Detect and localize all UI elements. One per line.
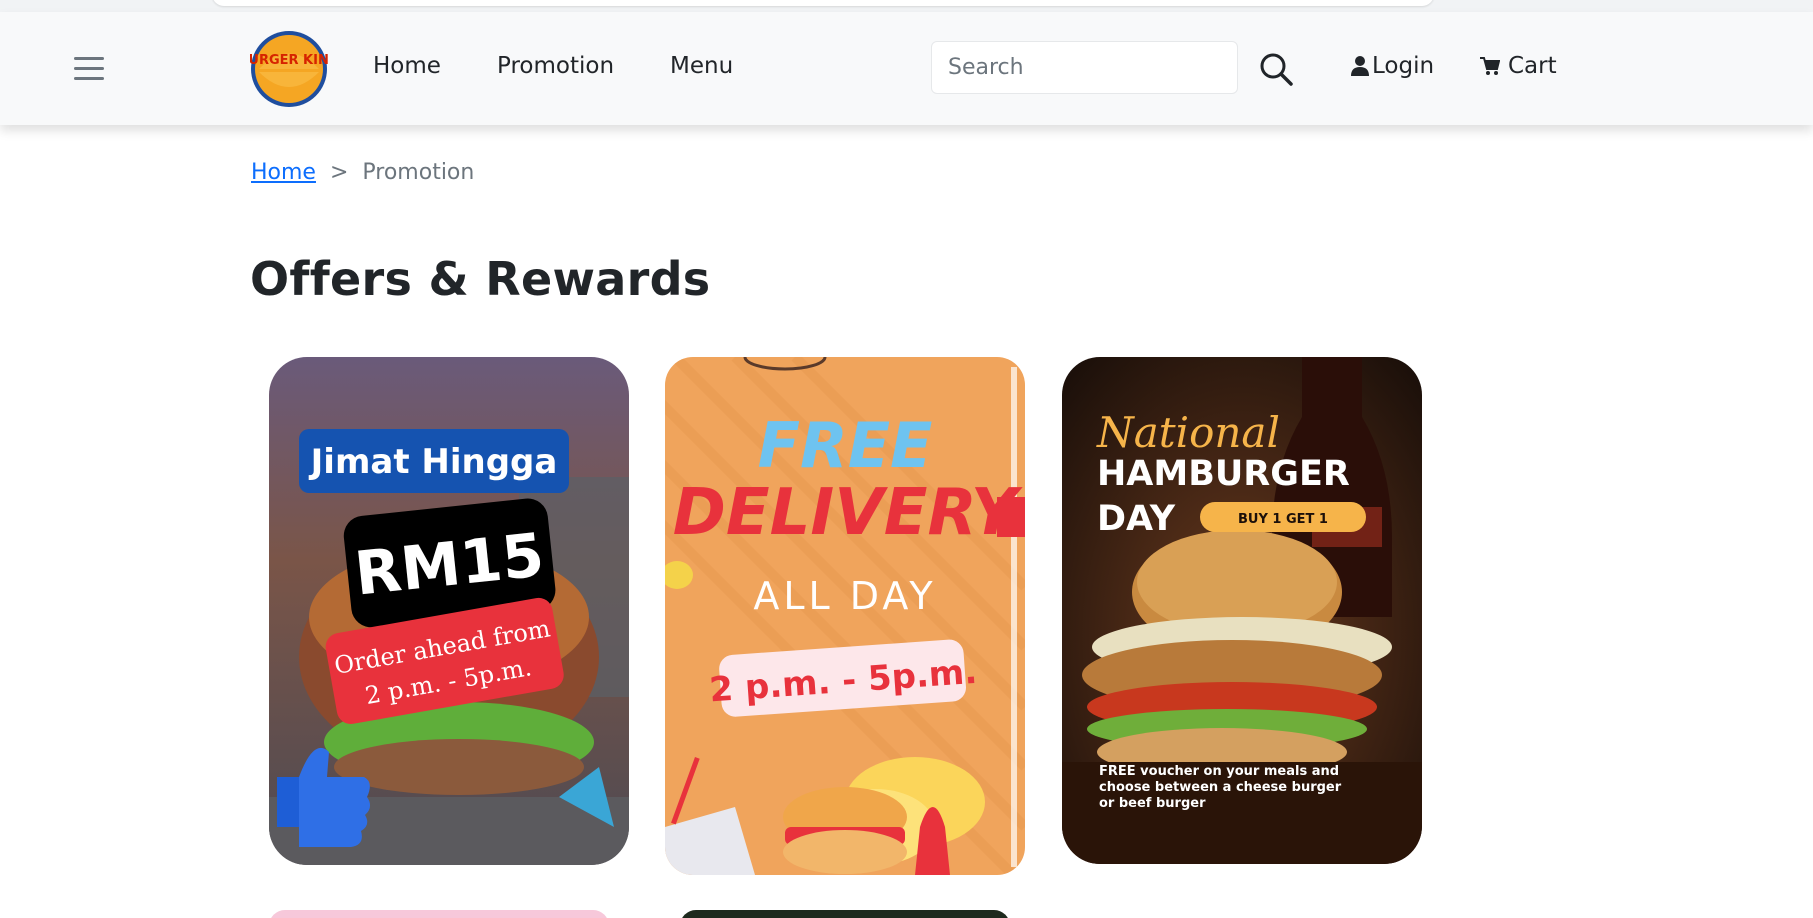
nav-home-link[interactable]: Home (373, 53, 441, 79)
promo-image-free-delivery: FREE DELIVERY ALL DAY 2 p.m. - 5p.m. (665, 357, 1025, 875)
page-title: Offers & Rewards (250, 252, 711, 306)
nav-promotion-link[interactable]: Promotion (497, 53, 614, 79)
promo-jimat-badge: Jimat Hingga (309, 442, 558, 482)
promo-card-peek-5[interactable] (680, 910, 1010, 918)
cart-icon (1480, 57, 1500, 75)
breadcrumb-separator: > (329, 160, 349, 185)
promo-image-hamburger-day: National HAMBURGER DAY BUY 1 GET 1 FREE … (1062, 357, 1422, 864)
logo-word-burger: BURGER KING (250, 53, 328, 68)
promo-delivery-headline1: FREE (758, 409, 933, 482)
promo-hamburger-caption3: or beef burger (1099, 796, 1206, 811)
navbar: BURGER KING Home Promotion Menu Login Ca… (0, 12, 1813, 125)
promo-card-hamburger-day[interactable]: National HAMBURGER DAY BUY 1 GET 1 FREE … (1062, 357, 1422, 864)
promo-hamburger-caption1: FREE voucher on your meals and (1099, 764, 1339, 779)
burger-king-logo[interactable]: BURGER KING (250, 30, 328, 108)
breadcrumb: Home > Promotion (251, 160, 474, 185)
promo-delivery-headline2: DELIVERY (673, 476, 1023, 550)
user-icon (1351, 56, 1369, 76)
promo-delivery-subhead: ALL DAY (753, 574, 936, 618)
nav-menu-link[interactable]: Menu (670, 53, 733, 79)
promo-card-jimat[interactable]: Jimat Hingga RM15 Order ahead from 2 p.m… (269, 357, 629, 865)
promo-image-jimat: Jimat Hingga RM15 Order ahead from 2 p.m… (269, 357, 629, 865)
breadcrumb-home-link[interactable]: Home (251, 160, 316, 185)
promo-hamburger-headline2: DAY (1097, 499, 1176, 539)
promo-hamburger-headline1: HAMBURGER (1097, 454, 1350, 494)
promo-hamburger-caption2: choose between a cheese burger (1099, 780, 1342, 795)
search-input[interactable] (931, 41, 1238, 94)
promo-hamburger-script: National (1096, 408, 1280, 457)
search-icon[interactable] (1258, 51, 1294, 87)
cart-button[interactable]: Cart (1480, 53, 1557, 79)
promo-card-peek-4[interactable] (269, 910, 609, 918)
browser-top-strip (0, 0, 1813, 12)
promo-hamburger-tag: BUY 1 GET 1 (1238, 512, 1328, 527)
breadcrumb-current: Promotion (362, 160, 475, 185)
hamburger-menu-icon[interactable] (74, 57, 106, 85)
login-button[interactable]: Login (1350, 53, 1434, 79)
login-label: Login (1372, 53, 1435, 79)
top-pill (212, 0, 1434, 6)
cart-label: Cart (1508, 53, 1557, 79)
promo-card-free-delivery[interactable]: FREE DELIVERY ALL DAY 2 p.m. - 5p.m. (665, 357, 1025, 875)
